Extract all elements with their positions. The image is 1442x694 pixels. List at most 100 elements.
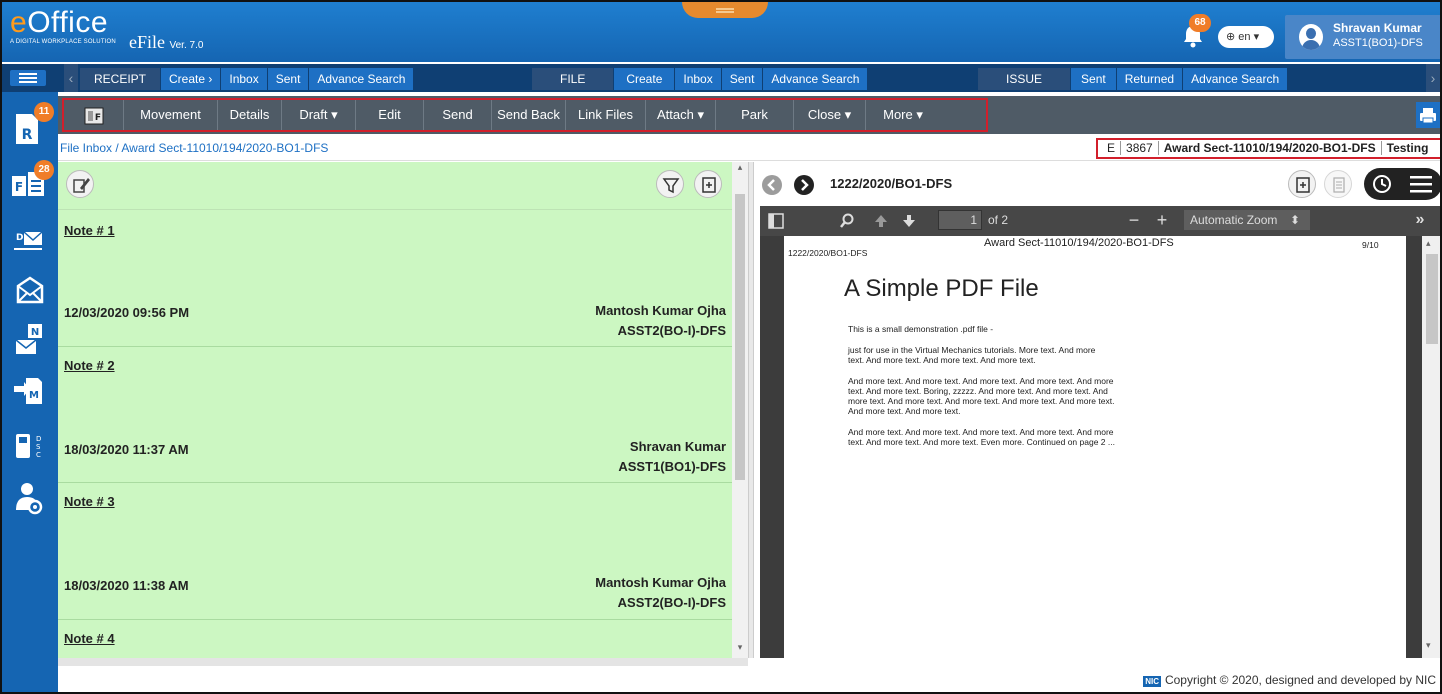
hamburger-menu-button[interactable] (2, 64, 58, 92)
note-date: 12/03/2020 09:56 PM (64, 305, 190, 320)
sidebar-item-dak[interactable]: D (2, 218, 58, 262)
scrollbar-thumb[interactable] (735, 194, 745, 480)
history-icon[interactable] (1370, 172, 1394, 196)
sidebar-item-mailbox[interactable] (2, 268, 58, 312)
breadcrumb-row: File Inbox / Award Sect-11010/194/2020-B… (58, 136, 1440, 161)
notes-scrollbar[interactable]: ▴ ▾ (732, 162, 748, 658)
previous-page-icon[interactable] (872, 212, 890, 230)
sidebar-item-notings[interactable]: N (2, 318, 58, 362)
user-name: Shravan Kumar (1333, 21, 1422, 35)
chevron-left-icon (767, 179, 775, 191)
note-title[interactable]: Note # 4 (64, 631, 115, 646)
menu-lines-icon[interactable] (1408, 174, 1434, 194)
send-back-button[interactable]: Send Back (492, 100, 566, 130)
pane-splitter[interactable] (748, 162, 754, 658)
receipt-sent-link[interactable]: Sent (267, 68, 310, 90)
pdf-canvas-area: 1222/2020/BO1-DFS Award Sect-11010/194/2… (760, 236, 1422, 658)
left-sidebar: R 11 F 28 D N M DSC (2, 92, 58, 692)
details-button[interactable]: Details (218, 100, 282, 130)
attach-dropdown-button[interactable]: Attach ▾ (646, 100, 716, 130)
edit-button[interactable]: Edit (356, 100, 424, 130)
pdf-paragraph: And more text. And more text. And more t… (848, 376, 1114, 386)
movement-button[interactable]: Movement (124, 100, 218, 130)
file-sent-link[interactable]: Sent (721, 68, 764, 90)
draft-dropdown-button[interactable]: Draft ▾ (282, 100, 356, 130)
more-dropdown-button[interactable]: More ▾ (866, 100, 940, 130)
file-nav-label: FILE (532, 68, 615, 90)
scroll-down-icon[interactable]: ▾ (1426, 640, 1431, 651)
notification-count-badge: 68 (1189, 14, 1211, 32)
receipt-advance-search-link[interactable]: Advance Search (309, 68, 415, 90)
svg-text:D: D (16, 233, 23, 243)
notes-resize-handle[interactable] (58, 658, 748, 666)
double-chevron-right-icon[interactable]: » (1408, 210, 1432, 230)
expand-notes-button[interactable] (694, 170, 722, 198)
expand-viewer-button[interactable] (1288, 170, 1316, 198)
zoom-out-icon[interactable]: − (1124, 210, 1144, 230)
file-inbox-link[interactable]: Inbox (675, 68, 722, 90)
file-view-toggle-button[interactable]: F (64, 100, 124, 130)
link-files-button[interactable]: Link Files (566, 100, 646, 130)
sidebar-item-movement[interactable]: M (2, 370, 58, 414)
svg-text:C: C (36, 451, 41, 459)
receipt-create-link[interactable]: Create › (161, 68, 222, 90)
pen-note-icon (73, 178, 90, 193)
document-icon (1333, 177, 1345, 193)
pdf-scrollbar[interactable]: ▴ ▾ (1422, 236, 1440, 658)
next-page-icon[interactable] (900, 212, 918, 230)
close-dropdown-button[interactable]: Close ▾ (794, 100, 866, 130)
zoom-value: Automatic Zoom (1190, 213, 1278, 227)
sidebar-item-dsc[interactable]: DSC (2, 422, 58, 466)
language-selector[interactable]: ⊕ en ▾ (1218, 26, 1274, 48)
dsc-token-icon: DSC (16, 434, 41, 459)
breadcrumb-file-inbox[interactable]: File Inbox (60, 141, 112, 155)
document-list-button[interactable] (1324, 170, 1352, 198)
toolbar-highlight: F Movement Details Draft ▾ Edit Send Sen… (62, 98, 988, 132)
file-advance-search-link[interactable]: Advance Search (763, 68, 869, 90)
issue-advance-search-link[interactable]: Advance Search (1183, 68, 1289, 90)
scroll-up-icon[interactable]: ▴ (1426, 238, 1431, 249)
page-number-input[interactable]: 1 (938, 210, 982, 230)
add-note-button[interactable] (66, 170, 94, 198)
note-author: Mantosh Kumar Ojha (595, 575, 726, 590)
sidebar-item-user-settings[interactable] (2, 476, 58, 520)
note-title[interactable]: Note # 2 (64, 358, 115, 373)
pdf-paragraph: text. And more text. And more text. Even… (848, 437, 1115, 447)
file-view-icon: F (84, 107, 103, 125)
issue-sent-link[interactable]: Sent (1071, 68, 1117, 90)
issue-returned-link[interactable]: Returned (1116, 68, 1184, 90)
receipt-inbox-link[interactable]: Inbox (221, 68, 268, 90)
pull-down-handle[interactable] (682, 2, 768, 18)
user-profile[interactable]: Shravan Kumar ASST1(BO1)-DFS (1285, 15, 1440, 59)
history-menu-group (1364, 168, 1440, 200)
note-title[interactable]: Note # 3 (64, 494, 115, 509)
file-create-link[interactable]: Create (614, 68, 676, 90)
note-title[interactable]: Note # 1 (64, 223, 115, 238)
scroll-up-icon[interactable]: ▴ (734, 162, 746, 176)
caret-down-icon: ▾ (1253, 31, 1260, 43)
note-date: 18/03/2020 11:38 AM (64, 578, 189, 593)
filter-notes-button[interactable] (656, 170, 684, 198)
search-icon[interactable] (838, 212, 856, 230)
file-subject: Testing (1386, 141, 1429, 155)
scrollbar-thumb[interactable] (1426, 254, 1438, 344)
previous-doc-button[interactable] (762, 175, 782, 195)
module-nav-bar: ‹ RECEIPT Create › Inbox Sent Advance Se… (2, 64, 1440, 92)
nav-scroll-left-icon[interactable]: ‹ (64, 64, 78, 92)
zoom-select[interactable]: Automatic Zoom ⬍ (1184, 210, 1310, 230)
zoom-in-icon[interactable]: + (1152, 210, 1172, 230)
park-button[interactable]: Park (716, 100, 794, 130)
app-header: eOffice A DIGITAL WORKPLACE SOLUTION eFi… (2, 2, 1440, 62)
send-button[interactable]: Send (424, 100, 492, 130)
notings-icon: N (15, 324, 42, 354)
print-button[interactable] (1416, 102, 1440, 128)
breadcrumb-current-file: Award Sect-11010/194/2020-BO1-DFS (121, 141, 329, 155)
scroll-down-icon[interactable]: ▾ (734, 642, 746, 656)
sidebar-toggle-icon[interactable] (768, 213, 784, 229)
next-doc-button[interactable] (794, 175, 814, 195)
nav-scroll-right-icon[interactable]: › (1426, 64, 1440, 92)
eoffice-logo[interactable]: eOffice A DIGITAL WORKPLACE SOLUTION (10, 8, 116, 46)
product-label: eFile (129, 32, 165, 52)
page-total: of 2 (988, 213, 1009, 227)
note-signatory: Mantosh Kumar Ojha ASST2(BO-I)-DFS (595, 301, 726, 341)
